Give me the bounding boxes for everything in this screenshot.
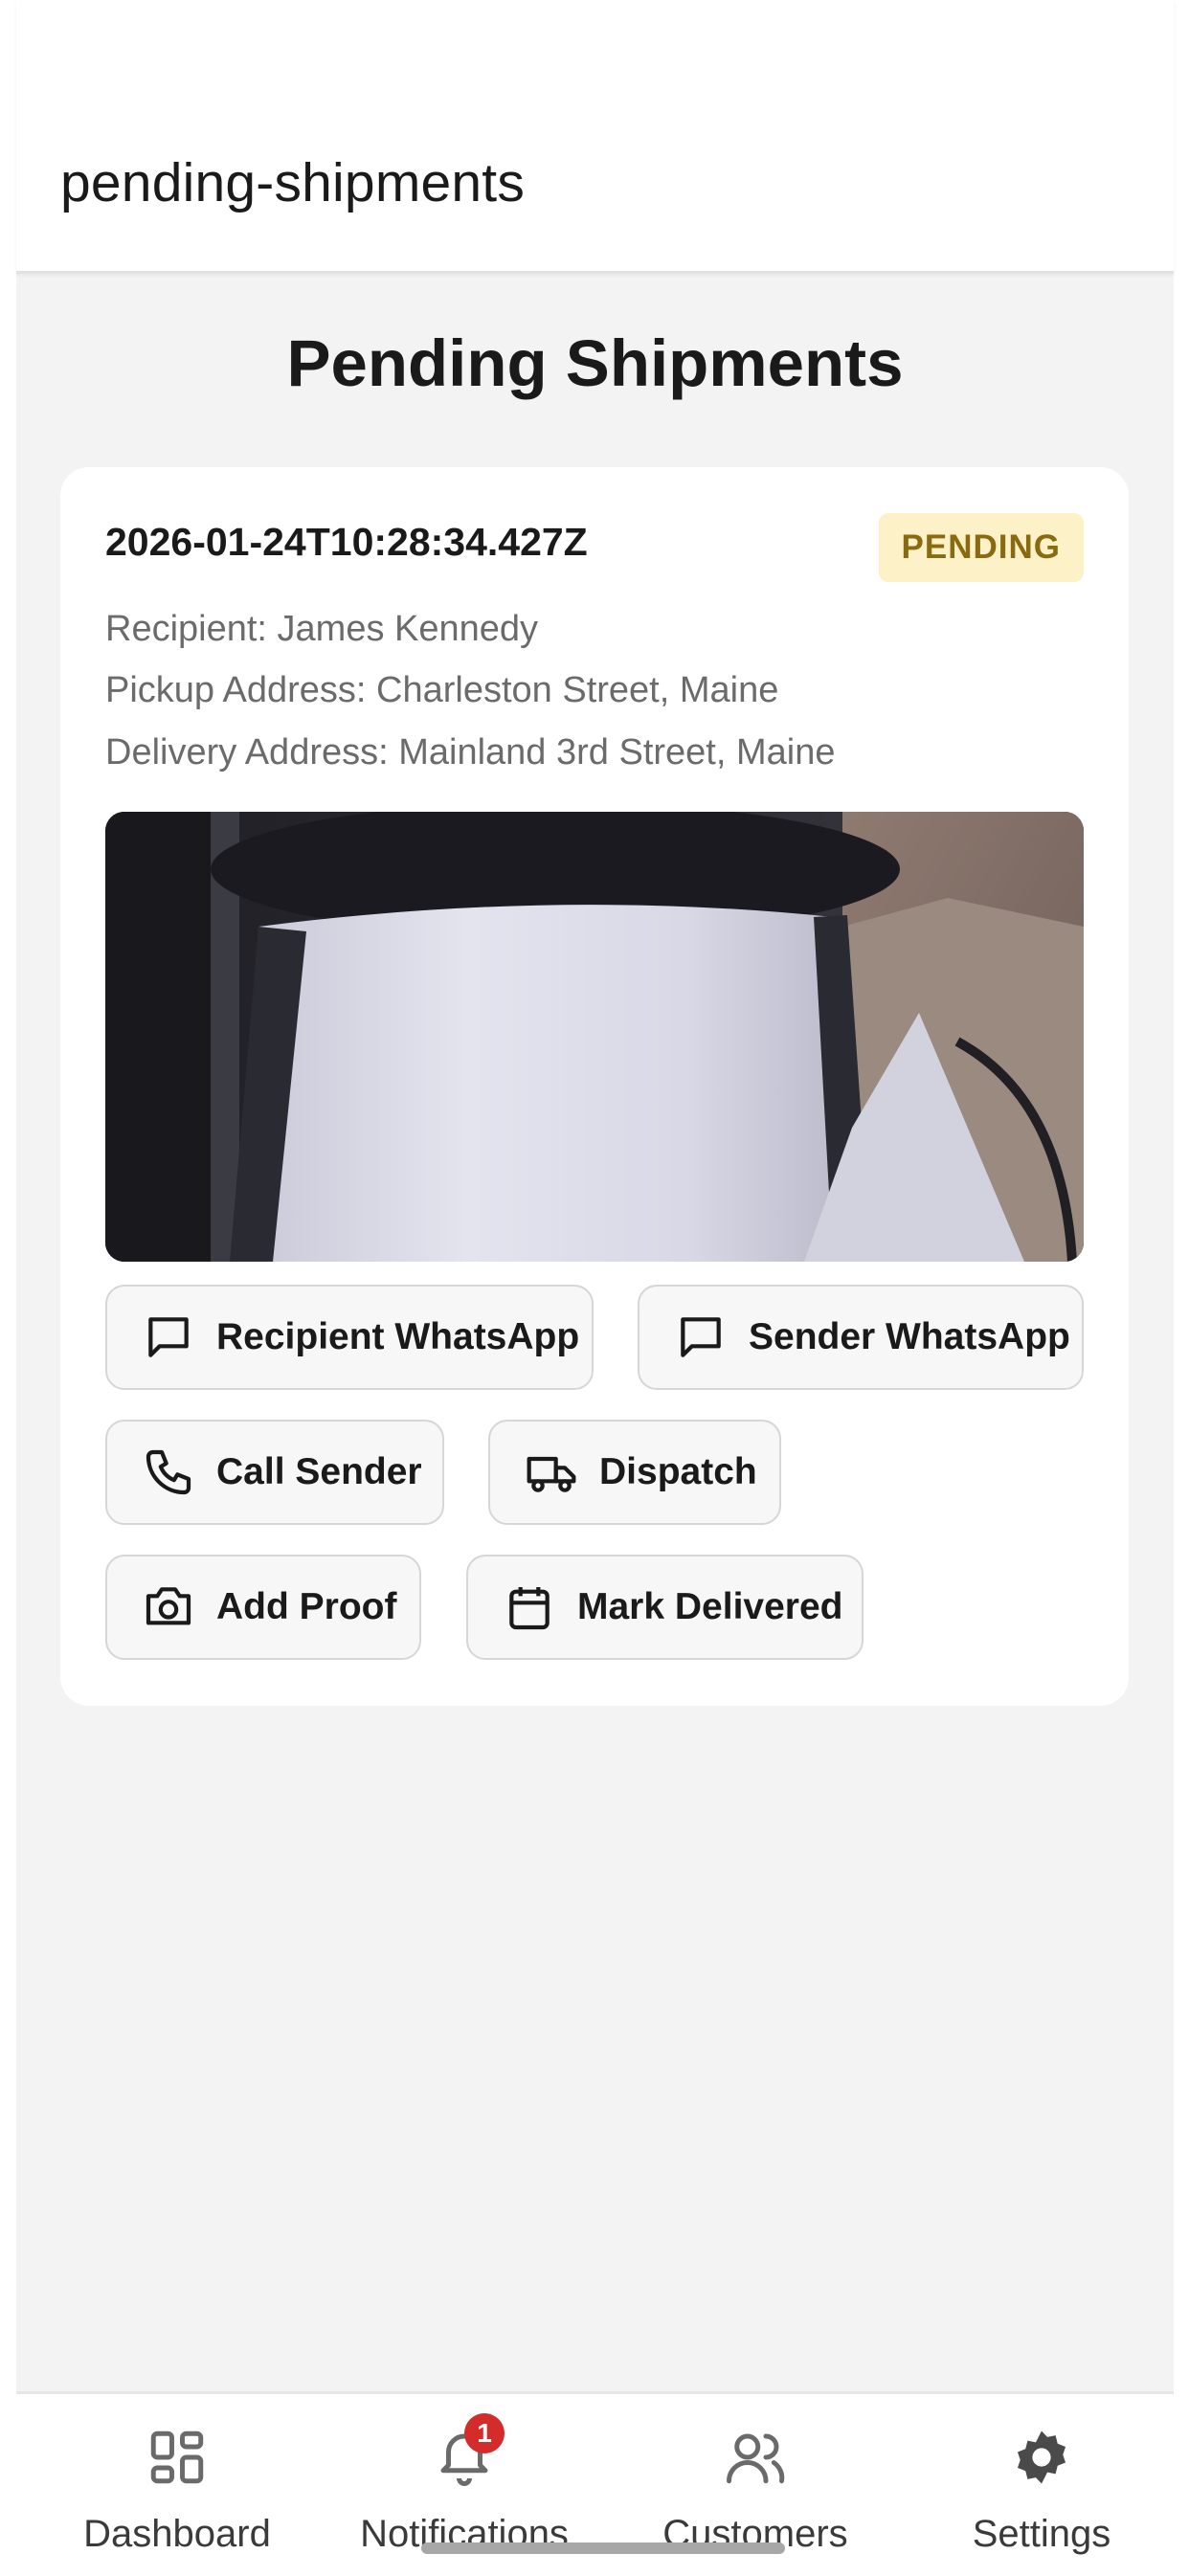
camera-icon: [142, 1580, 195, 1634]
shipment-photo: [105, 812, 1084, 1262]
sender-whatsapp-label: Sender WhatsApp: [749, 1316, 1070, 1357]
recipient-whatsapp-button[interactable]: Recipient WhatsApp: [105, 1285, 594, 1390]
shipment-card: 2026-01-24T10:28:34.427Z PENDING Recipie…: [60, 467, 1129, 1706]
truck-icon: [525, 1445, 578, 1499]
sender-whatsapp-button[interactable]: Sender WhatsApp: [638, 1285, 1084, 1390]
nav-label-dashboard: Dashboard: [83, 2513, 271, 2555]
pickup-address-line: Pickup Address: Charleston Street, Maine: [105, 670, 779, 710]
notification-count-badge: 1: [464, 2413, 505, 2453]
nav-item-dashboard[interactable]: Dashboard: [64, 2394, 290, 2576]
call-sender-label: Call Sender: [216, 1451, 422, 1492]
message-icon: [142, 1310, 195, 1364]
add-proof-label: Add Proof: [216, 1586, 397, 1627]
page-title: Pending Shipments: [286, 326, 904, 400]
recipient-line: Recipient: James Kennedy: [105, 609, 539, 649]
recipient-whatsapp-label: Recipient WhatsApp: [216, 1316, 580, 1357]
nav-item-settings[interactable]: Settings: [941, 2394, 1142, 2576]
shipment-timestamp: 2026-01-24T10:28:34.427Z: [105, 520, 588, 564]
bell-icon: 1: [426, 2413, 505, 2496]
dispatch-button[interactable]: Dispatch: [488, 1420, 781, 1525]
dispatch-label: Dispatch: [599, 1451, 757, 1492]
mark-delivered-label: Mark Delivered: [577, 1586, 843, 1627]
status-badge: PENDING: [878, 513, 1084, 582]
home-indicator[interactable]: [421, 2542, 785, 2554]
app-header: pending-shipments: [16, 0, 1174, 274]
message-icon: [674, 1310, 728, 1364]
mark-delivered-button[interactable]: Mark Delivered: [466, 1555, 864, 1660]
app-screen: pending-shipments Pending Shipments 2026…: [16, 0, 1174, 2573]
add-proof-button[interactable]: Add Proof: [105, 1555, 421, 1660]
gear-icon: [1003, 2419, 1080, 2496]
nav-label-settings: Settings: [972, 2513, 1111, 2555]
users-icon: [717, 2419, 794, 2496]
phone-icon: [142, 1445, 195, 1499]
header-title: pending-shipments: [60, 152, 526, 213]
call-sender-button[interactable]: Call Sender: [105, 1420, 444, 1525]
grid-icon: [139, 2419, 215, 2496]
delivery-address-line: Delivery Address: Mainland 3rd Street, M…: [105, 732, 836, 773]
calendar-icon: [503, 1580, 556, 1634]
